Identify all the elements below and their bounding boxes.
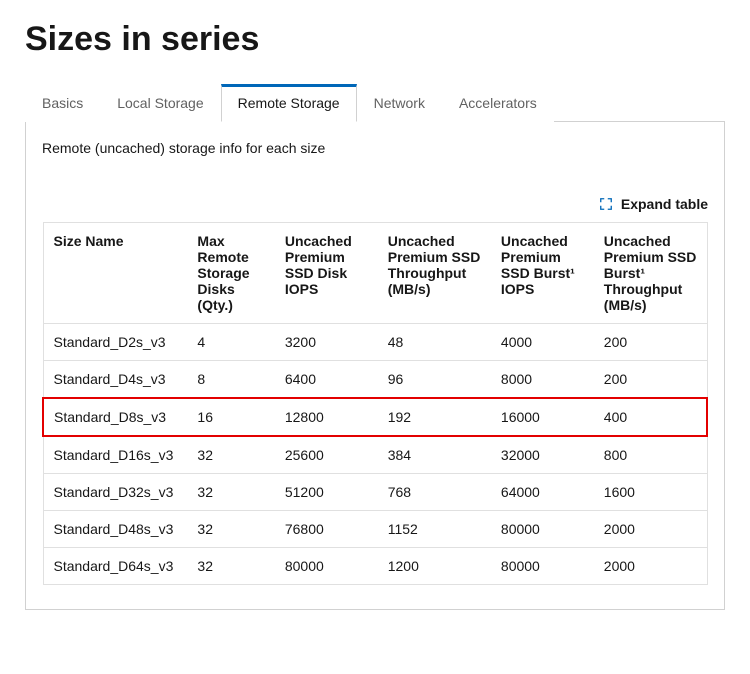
table-row: Standard_D16s_v3322560038432000800 xyxy=(43,436,707,474)
tab-basics[interactable]: Basics xyxy=(25,84,100,122)
table-row: Standard_D64s_v332800001200800002000 xyxy=(43,548,707,585)
table-cell: 16 xyxy=(187,398,274,436)
table-cell: Standard_D32s_v3 xyxy=(43,474,187,511)
expand-table-button[interactable]: Expand table xyxy=(42,196,708,212)
table-row: Standard_D8s_v3161280019216000400 xyxy=(43,398,707,436)
table-cell: 800 xyxy=(594,436,707,474)
table-cell: 4000 xyxy=(491,324,594,361)
expand-icon xyxy=(599,197,613,211)
table-cell: 80000 xyxy=(275,548,378,585)
table-row: Standard_D32s_v33251200768640001600 xyxy=(43,474,707,511)
table-cell: Standard_D4s_v3 xyxy=(43,361,187,399)
table-row: Standard_D4s_v386400968000200 xyxy=(43,361,707,399)
table-cell: 2000 xyxy=(594,548,707,585)
tab-network[interactable]: Network xyxy=(357,84,442,122)
table-cell: 768 xyxy=(378,474,491,511)
table-row: Standard_D2s_v343200484000200 xyxy=(43,324,707,361)
col-uncached-iops: Uncached Premium SSD Disk IOPS xyxy=(275,223,378,324)
table-cell: 51200 xyxy=(275,474,378,511)
table-cell: 384 xyxy=(378,436,491,474)
table-cell: 32 xyxy=(187,474,274,511)
table-cell: 1200 xyxy=(378,548,491,585)
table-cell: Standard_D64s_v3 xyxy=(43,548,187,585)
table-cell: Standard_D16s_v3 xyxy=(43,436,187,474)
table-cell: 48 xyxy=(378,324,491,361)
table-cell: 200 xyxy=(594,324,707,361)
table-cell: 96 xyxy=(378,361,491,399)
tab-accelerators[interactable]: Accelerators xyxy=(442,84,554,122)
table-cell: 8 xyxy=(187,361,274,399)
tab-local-storage[interactable]: Local Storage xyxy=(100,84,220,122)
table-cell: 192 xyxy=(378,398,491,436)
col-size-name: Size Name xyxy=(43,223,187,324)
table-cell: 32 xyxy=(187,436,274,474)
col-burst-throughput: Uncached Premium SSD Burst¹ Throughput (… xyxy=(594,223,707,324)
col-uncached-throughput: Uncached Premium SSD Throughput (MB/s) xyxy=(378,223,491,324)
tab-panel-remote-storage: Remote (uncached) storage info for each … xyxy=(25,122,725,610)
table-cell: Standard_D2s_v3 xyxy=(43,324,187,361)
table-cell: 1152 xyxy=(378,511,491,548)
table-cell: 1600 xyxy=(594,474,707,511)
table-cell: Standard_D48s_v3 xyxy=(43,511,187,548)
page-title: Sizes in series xyxy=(25,20,725,59)
table-cell: 3200 xyxy=(275,324,378,361)
table-header-row: Size Name Max Remote Storage Disks (Qty.… xyxy=(43,223,707,324)
table-cell: Standard_D8s_v3 xyxy=(43,398,187,436)
table-cell: 32 xyxy=(187,511,274,548)
tab-remote-storage[interactable]: Remote Storage xyxy=(221,84,357,122)
table-cell: 16000 xyxy=(491,398,594,436)
table-body: Standard_D2s_v343200484000200Standard_D4… xyxy=(43,324,707,585)
table-row: Standard_D48s_v332768001152800002000 xyxy=(43,511,707,548)
table-cell: 6400 xyxy=(275,361,378,399)
panel-description: Remote (uncached) storage info for each … xyxy=(42,140,708,156)
table-cell: 4 xyxy=(187,324,274,361)
table-cell: 76800 xyxy=(275,511,378,548)
table-cell: 200 xyxy=(594,361,707,399)
table-cell: 64000 xyxy=(491,474,594,511)
tabs: Basics Local Storage Remote Storage Netw… xyxy=(25,83,725,122)
table-cell: 80000 xyxy=(491,548,594,585)
table-cell: 32000 xyxy=(491,436,594,474)
table-cell: 12800 xyxy=(275,398,378,436)
table-cell: 400 xyxy=(594,398,707,436)
table-cell: 8000 xyxy=(491,361,594,399)
expand-table-label: Expand table xyxy=(621,196,708,212)
table-cell: 80000 xyxy=(491,511,594,548)
col-burst-iops: Uncached Premium SSD Burst¹ IOPS xyxy=(491,223,594,324)
remote-storage-table: Size Name Max Remote Storage Disks (Qty.… xyxy=(42,222,708,585)
table-cell: 25600 xyxy=(275,436,378,474)
table-cell: 32 xyxy=(187,548,274,585)
col-max-disks: Max Remote Storage Disks (Qty.) xyxy=(187,223,274,324)
table-cell: 2000 xyxy=(594,511,707,548)
